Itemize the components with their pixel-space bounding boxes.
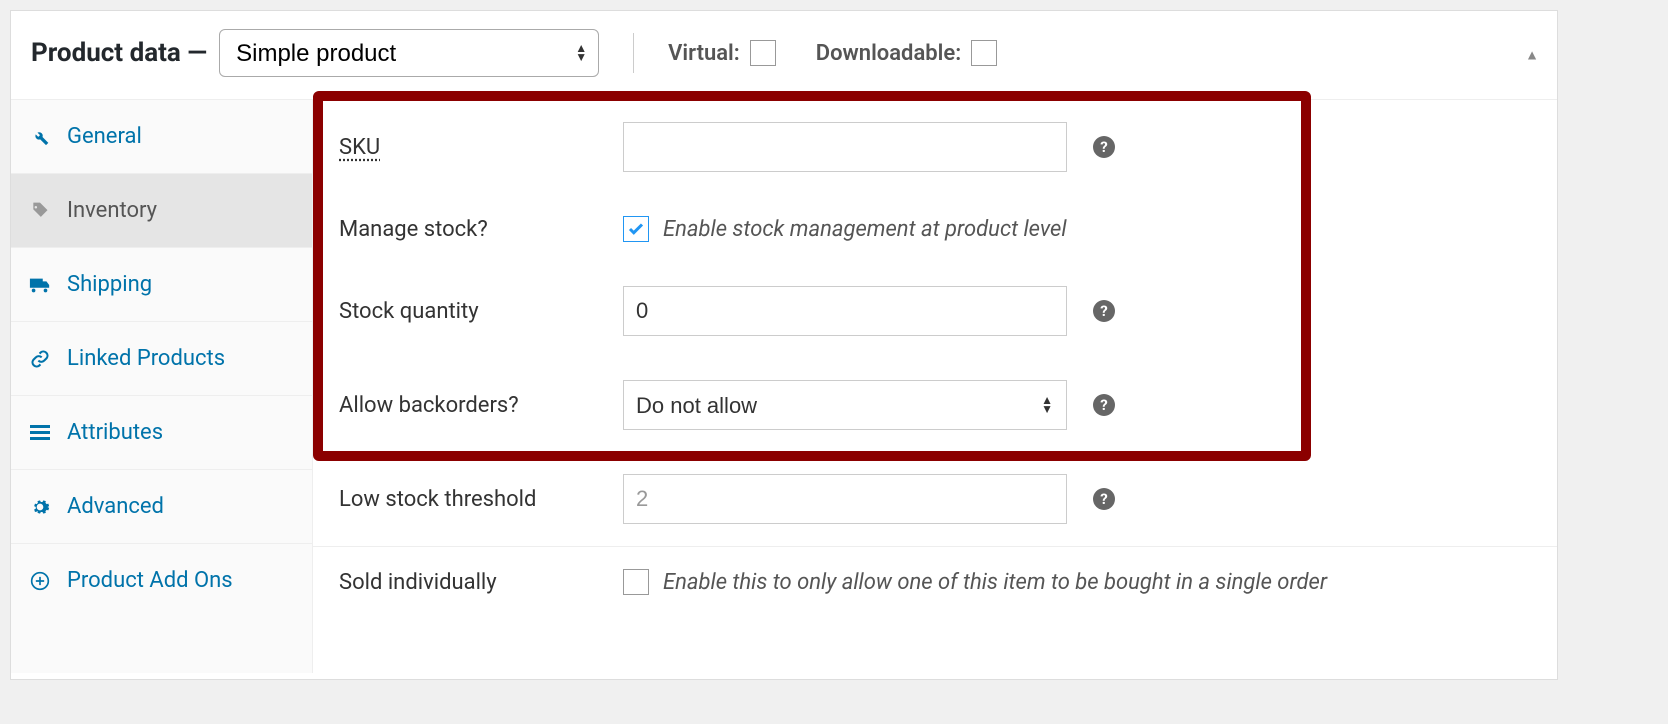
tabs-sidebar: General Inventory Shipping Linked Produc…: [11, 100, 313, 673]
row-sold-individually: Sold individually Enable this to only al…: [313, 547, 1557, 617]
list-icon: [29, 425, 51, 441]
link-icon: [29, 349, 51, 369]
panel-header: Product data — Simple product ▲▼ Virtual…: [11, 11, 1557, 100]
tab-attributes[interactable]: Attributes: [11, 396, 312, 470]
backorders-select[interactable]: Do not allow: [623, 380, 1067, 430]
wrench-icon: [29, 127, 51, 147]
tab-label: Advanced: [67, 494, 164, 519]
truck-icon: [29, 276, 51, 294]
gear-icon: [29, 497, 51, 517]
content-area: SKU ? Manage stock? Enable stock managem…: [313, 100, 1557, 673]
help-icon[interactable]: ?: [1093, 136, 1115, 158]
tab-label: Shipping: [67, 272, 152, 297]
virtual-checkbox[interactable]: [750, 40, 776, 66]
help-icon[interactable]: ?: [1093, 394, 1115, 416]
tab-product-addons[interactable]: Product Add Ons: [11, 544, 312, 617]
row-manage-stock: Manage stock? Enable stock management at…: [313, 194, 1557, 264]
plus-circle-icon: [29, 571, 51, 591]
product-type-select[interactable]: Simple product: [219, 29, 599, 77]
tab-label: Linked Products: [67, 346, 225, 371]
panel-title: Product data —: [31, 38, 207, 68]
sku-label: SKU: [339, 135, 623, 160]
row-low-stock: Low stock threshold ?: [313, 452, 1557, 546]
downloadable-checkbox[interactable]: [971, 40, 997, 66]
sku-input[interactable]: [623, 122, 1067, 172]
tab-label: Attributes: [67, 420, 163, 445]
divider: [633, 33, 634, 73]
product-data-panel: Product data — Simple product ▲▼ Virtual…: [10, 10, 1558, 680]
tab-label: Product Add Ons: [67, 568, 233, 593]
stock-qty-input[interactable]: [623, 286, 1067, 336]
low-stock-label: Low stock threshold: [339, 487, 623, 512]
tab-label: Inventory: [67, 198, 157, 223]
manage-stock-label: Manage stock?: [339, 217, 623, 242]
manage-stock-desc: Enable stock management at product level: [663, 217, 1067, 242]
collapse-toggle-icon[interactable]: ▲: [1525, 47, 1539, 64]
tab-inventory[interactable]: Inventory: [11, 174, 312, 248]
low-stock-input[interactable]: [623, 474, 1067, 524]
tab-linked-products[interactable]: Linked Products: [11, 322, 312, 396]
tab-general[interactable]: General: [11, 100, 312, 174]
stock-qty-label: Stock quantity: [339, 299, 623, 324]
sold-individually-desc: Enable this to only allow one of this it…: [663, 570, 1327, 595]
help-icon[interactable]: ?: [1093, 300, 1115, 322]
tab-label: General: [67, 124, 142, 149]
tab-advanced[interactable]: Advanced: [11, 470, 312, 544]
help-icon[interactable]: ?: [1093, 488, 1115, 510]
tag-icon: [29, 201, 51, 221]
backorders-label: Allow backorders?: [339, 393, 623, 418]
row-stock-quantity: Stock quantity ?: [313, 264, 1557, 358]
row-sku: SKU ?: [313, 100, 1557, 194]
virtual-label: Virtual:: [668, 41, 740, 66]
tab-shipping[interactable]: Shipping: [11, 248, 312, 322]
manage-stock-checkbox[interactable]: [623, 216, 649, 242]
sold-individually-checkbox[interactable]: [623, 569, 649, 595]
sold-individually-label: Sold individually: [339, 570, 623, 595]
panel-body: General Inventory Shipping Linked Produc…: [11, 100, 1557, 673]
row-backorders: Allow backorders? Do not allow ▲▼ ?: [313, 358, 1557, 452]
downloadable-label: Downloadable:: [816, 41, 961, 66]
